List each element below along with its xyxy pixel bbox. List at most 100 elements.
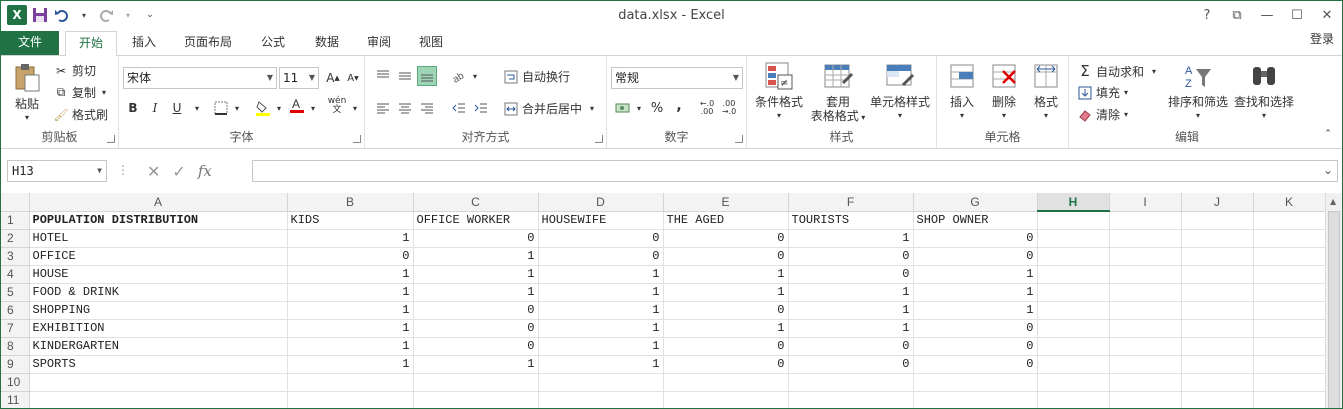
bold-button[interactable]: B <box>123 98 143 118</box>
accounting-dropdown-icon[interactable]: ▾ <box>629 98 649 118</box>
cell[interactable] <box>1253 283 1326 302</box>
cell[interactable] <box>413 373 539 392</box>
tab-home[interactable]: 开始 <box>65 31 117 56</box>
cell[interactable] <box>1037 229 1110 248</box>
cell[interactable]: 1 <box>287 337 414 356</box>
column-header-c[interactable]: C <box>413 193 539 212</box>
cell[interactable]: EXHIBITION <box>29 319 288 338</box>
column-header-f[interactable]: F <box>788 193 914 212</box>
cell[interactable] <box>1253 337 1326 356</box>
cell[interactable]: 1 <box>663 265 789 284</box>
clipboard-dialog-launcher-icon[interactable] <box>107 135 115 143</box>
cell[interactable] <box>1109 301 1182 320</box>
increase-indent-icon[interactable] <box>471 98 491 118</box>
column-header-b[interactable]: B <box>287 193 414 212</box>
sign-in-link[interactable]: 登录 <box>1310 31 1334 47</box>
cell[interactable] <box>1181 265 1254 284</box>
select-all-corner[interactable] <box>1 193 30 212</box>
cell[interactable]: 1 <box>538 319 664 338</box>
cell[interactable] <box>1181 319 1254 338</box>
cell[interactable]: 1 <box>287 283 414 302</box>
fill-button[interactable]: 填充 ▾ <box>1077 84 1128 101</box>
cell[interactable] <box>1253 247 1326 266</box>
cell[interactable]: SHOPPING <box>29 301 288 320</box>
font-size-select[interactable]: 11 ▼ <box>279 67 319 89</box>
cell[interactable]: 1 <box>788 319 914 338</box>
italic-button[interactable]: I <box>145 98 165 118</box>
cell[interactable]: 1 <box>538 301 664 320</box>
expand-formula-bar-icon[interactable]: ⌄ <box>1323 163 1333 177</box>
autosum-button[interactable]: Σ 自动求和 ▾ <box>1077 62 1156 80</box>
cell[interactable] <box>29 391 288 408</box>
formula-bar-resize-handle[interactable]: ⋮ <box>117 163 129 177</box>
tab-formulas[interactable]: 公式 <box>251 31 295 55</box>
cell[interactable]: 0 <box>913 229 1038 248</box>
cell[interactable]: 1 <box>663 319 789 338</box>
column-header-g[interactable]: G <box>913 193 1038 212</box>
cell[interactable]: 1 <box>538 337 664 356</box>
cell[interactable]: 0 <box>663 355 789 374</box>
cell[interactable] <box>1181 229 1254 248</box>
cell[interactable]: 0 <box>413 337 539 356</box>
cell[interactable] <box>1109 247 1182 266</box>
row-header[interactable]: 1 <box>1 211 30 230</box>
cell[interactable] <box>1253 301 1326 320</box>
cell[interactable]: 1 <box>413 283 539 302</box>
cell[interactable]: 1 <box>287 265 414 284</box>
tab-file[interactable]: 文件 <box>1 31 59 55</box>
align-left-icon[interactable] <box>373 98 393 118</box>
close-button[interactable]: ✕ <box>1312 1 1342 29</box>
font-name-select[interactable]: 宋体 ▼ <box>123 67 277 89</box>
cell[interactable] <box>538 373 664 392</box>
cell[interactable]: FOOD & DRINK <box>29 283 288 302</box>
cell[interactable] <box>1037 391 1110 408</box>
wrap-text-button[interactable]: 自动换行 <box>503 68 570 85</box>
cell[interactable]: 0 <box>538 247 664 266</box>
underline-dropdown-icon[interactable]: ▾ <box>187 98 207 118</box>
cell[interactable] <box>1109 355 1182 374</box>
cell[interactable]: TOURISTS <box>788 211 914 230</box>
cell[interactable] <box>663 373 789 392</box>
cell[interactable] <box>1181 211 1254 230</box>
column-header-k[interactable]: K <box>1253 193 1326 212</box>
cut-button[interactable]: ✂ 剪切 <box>53 62 96 79</box>
cell[interactable]: 0 <box>663 301 789 320</box>
increase-decimal-icon[interactable]: ←.0.00 <box>697 98 717 118</box>
merge-center-button[interactable]: 合并后居中 ▾ <box>503 100 594 117</box>
cell[interactable] <box>1253 391 1326 408</box>
name-box[interactable]: H13 ▼ <box>7 160 107 182</box>
insert-function-icon[interactable]: fx <box>198 162 212 180</box>
minimize-button[interactable]: — <box>1252 1 1282 29</box>
ribbon-display-options-button[interactable]: ⧉ <box>1222 1 1252 29</box>
column-header-j[interactable]: J <box>1181 193 1254 212</box>
conditional-formatting-button[interactable]: ≠ 条件格式 ▾ <box>751 60 807 123</box>
row-header[interactable]: 8 <box>1 337 30 356</box>
cell[interactable] <box>788 391 914 408</box>
cell[interactable] <box>1109 229 1182 248</box>
copy-button[interactable]: ⧉ 复制 ▾ <box>53 84 106 101</box>
cell-styles-button[interactable]: 单元格样式 ▾ <box>867 60 933 123</box>
alignment-dialog-launcher-icon[interactable] <box>595 135 603 143</box>
cell[interactable]: 0 <box>663 229 789 248</box>
cell[interactable] <box>1109 337 1182 356</box>
cell[interactable]: 1 <box>788 229 914 248</box>
fill-color-dropdown-icon[interactable]: ▾ <box>269 98 289 118</box>
cell[interactable] <box>1181 355 1254 374</box>
orientation-dropdown-icon[interactable]: ▾ <box>465 66 485 86</box>
cell[interactable] <box>1181 283 1254 302</box>
column-header-a[interactable]: A <box>29 193 288 212</box>
cell[interactable] <box>1253 265 1326 284</box>
maximize-button[interactable]: ☐ <box>1282 1 1312 29</box>
cell[interactable] <box>1181 247 1254 266</box>
cell[interactable]: 0 <box>788 247 914 266</box>
align-middle-icon[interactable] <box>395 66 415 86</box>
cell[interactable]: 1 <box>413 355 539 374</box>
column-header-e[interactable]: E <box>663 193 789 212</box>
number-format-select[interactable]: 常规 ▼ <box>611 67 743 89</box>
cell[interactable]: 0 <box>913 247 1038 266</box>
cell[interactable]: 1 <box>538 283 664 302</box>
help-button[interactable]: ? <box>1192 1 1222 29</box>
delete-cells-button[interactable]: 删除 ▾ <box>983 60 1025 123</box>
cell[interactable] <box>1037 373 1110 392</box>
cancel-icon[interactable]: ✕ <box>147 162 160 181</box>
